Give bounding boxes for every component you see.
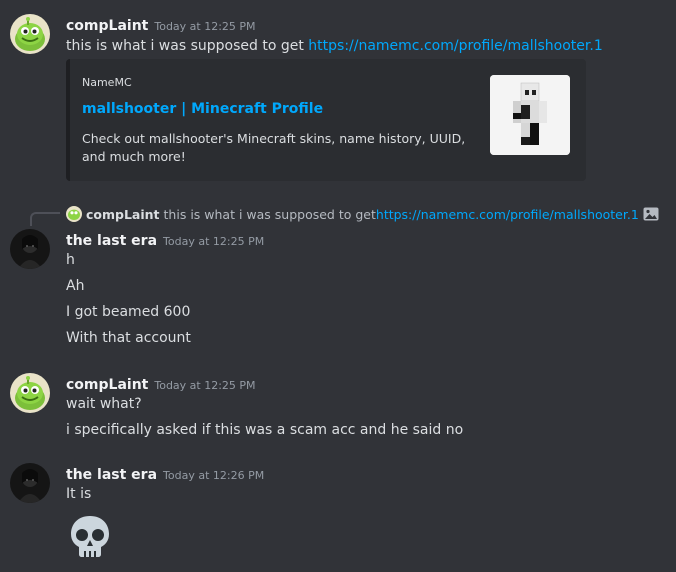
message-text: I got beamed 600: [66, 304, 191, 320]
message-text: Ah: [66, 278, 85, 294]
embed-title-link[interactable]: mallshooter | Minecraft Profile: [82, 101, 323, 117]
om-nom-avatar-icon: [10, 14, 50, 54]
timestamp: Today at 12:25 PM: [154, 20, 256, 33]
avatar[interactable]: [10, 14, 50, 54]
avatar[interactable]: [10, 373, 50, 413]
om-nom-avatar-icon: [10, 373, 50, 413]
chat-messages: compLaint Today at 12:25 PM this is what …: [0, 0, 676, 572]
message-text: It is: [66, 486, 92, 502]
username[interactable]: the last era: [66, 467, 157, 483]
reply-connector: [30, 212, 60, 226]
message-header: the last era Today at 12:26 PM: [66, 464, 264, 483]
message-text: h: [66, 252, 75, 268]
message-body: this is what i was supposed to get: [66, 38, 309, 54]
profile-link[interactable]: https://namemc.com/profile/mallshooter.1: [308, 38, 602, 54]
message-header: compLaint Today at 12:25 PM: [66, 15, 256, 34]
reply-reference[interactable]: compLaint this is what i was supposed to…: [66, 206, 659, 222]
minecraft-skin-icon: [490, 75, 570, 155]
message-text: wait what?: [66, 396, 142, 412]
timestamp: Today at 12:25 PM: [154, 379, 256, 392]
message-text: With that account: [66, 330, 191, 346]
username[interactable]: the last era: [66, 233, 157, 249]
reply-avatar: [66, 206, 82, 222]
embed-thumbnail[interactable]: [490, 75, 570, 155]
om-nom-avatar-icon: [66, 206, 82, 222]
message-header: compLaint Today at 12:25 PM: [66, 374, 256, 393]
reply-username[interactable]: compLaint: [86, 207, 160, 222]
reply-link[interactable]: https://namemc.com/profile/mallshooter.1: [376, 207, 639, 222]
username[interactable]: compLaint: [66, 18, 148, 34]
avatar[interactable]: [10, 463, 50, 503]
dark-figure-avatar-icon: [10, 229, 50, 269]
embed-description: Check out mallshooter's Minecraft skins,…: [82, 131, 466, 164]
link-embed: NameMC mallshooter | Minecraft Profile C…: [66, 59, 586, 181]
message-text: this is what i was supposed to get https…: [66, 38, 603, 54]
timestamp: Today at 12:25 PM: [163, 235, 265, 248]
username[interactable]: compLaint: [66, 377, 148, 393]
message-text: i specifically asked if this was a scam …: [66, 422, 464, 438]
dark-figure-avatar-icon: [10, 463, 50, 503]
message-header: the last era Today at 12:25 PM: [66, 230, 264, 249]
avatar[interactable]: [10, 229, 50, 269]
image-icon: [643, 207, 659, 221]
timestamp: Today at 12:26 PM: [163, 469, 265, 482]
reply-text: this is what i was supposed to get: [163, 206, 376, 222]
embed-provider: NameMC: [82, 76, 132, 89]
skull-emoji-icon[interactable]: [66, 512, 114, 560]
